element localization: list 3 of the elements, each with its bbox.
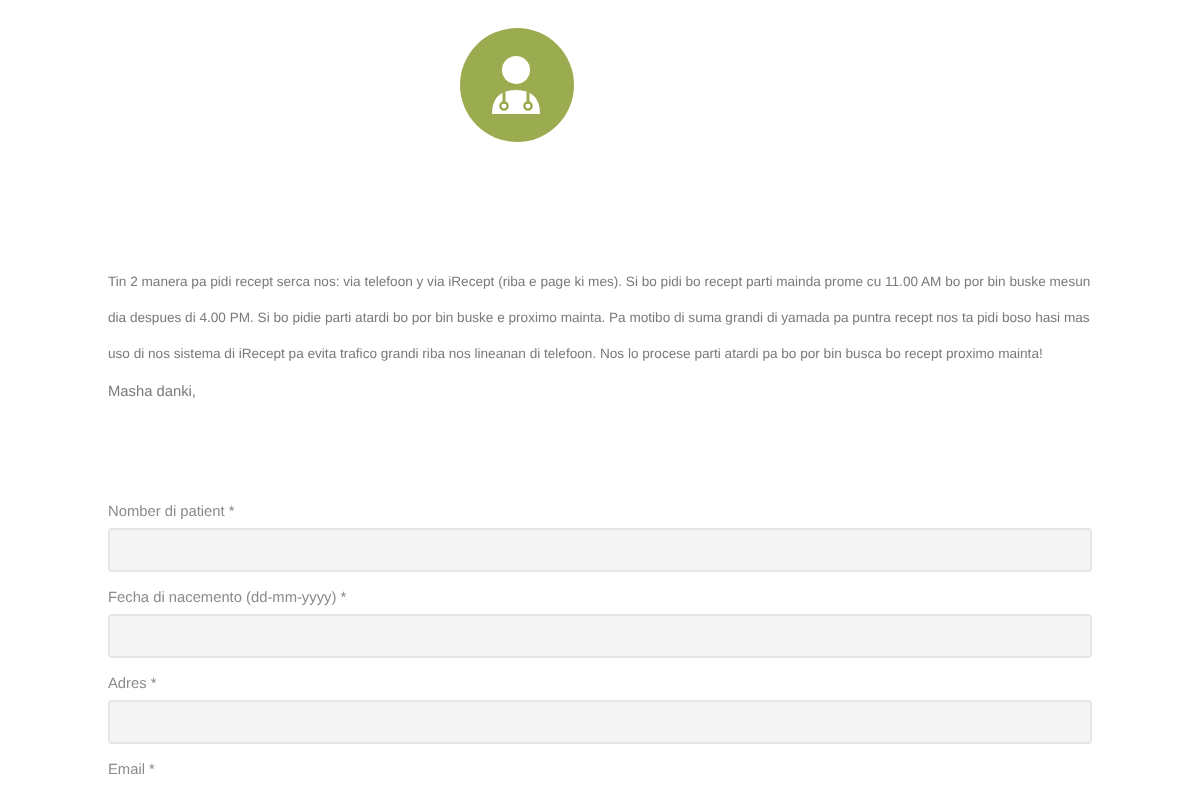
input-field[interactable] [108,614,1092,658]
input-field[interactable] [108,528,1092,572]
input-field[interactable] [108,700,1092,744]
